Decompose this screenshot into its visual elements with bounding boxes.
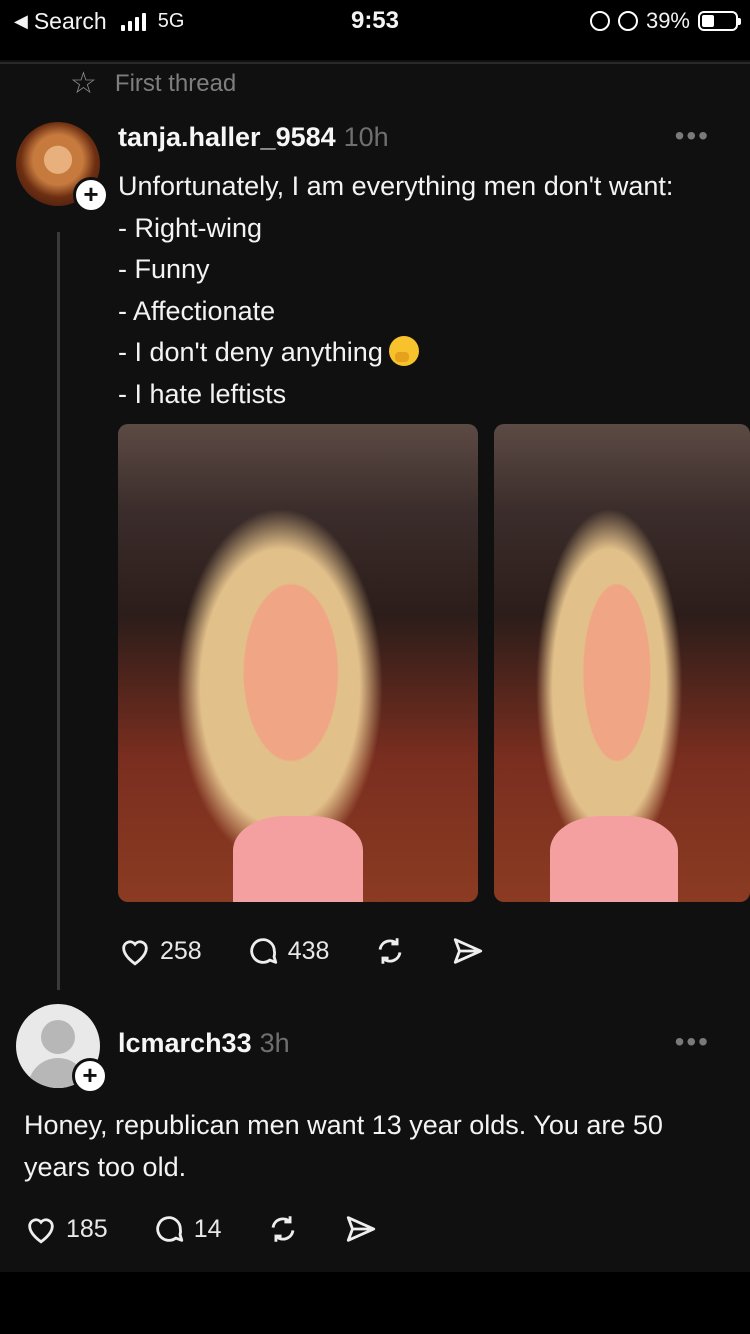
post-line: - Funny bbox=[118, 254, 210, 284]
reply-body: Honey, republican men want 13 year olds.… bbox=[24, 1110, 663, 1182]
post-line: Unfortunately, I am everything men don't… bbox=[118, 171, 674, 201]
comment-button[interactable]: 14 bbox=[152, 1212, 222, 1246]
ellipsis-icon[interactable]: ••• bbox=[675, 1026, 710, 1058]
status-bar: ◀ Search 5G 9:53 39% bbox=[0, 0, 750, 60]
username[interactable]: lcmarch33 bbox=[118, 1028, 252, 1058]
orientation-lock-icon bbox=[589, 11, 610, 31]
like-button[interactable]: 258 bbox=[118, 935, 202, 967]
comment-count: 14 bbox=[193, 1214, 222, 1243]
alarm-icon bbox=[617, 11, 638, 31]
star-icon[interactable]: ☆ bbox=[70, 66, 97, 101]
divider bbox=[0, 62, 750, 64]
thread-connector bbox=[57, 232, 60, 990]
share-button[interactable] bbox=[344, 1212, 378, 1246]
follow-plus-icon[interactable]: + bbox=[72, 1058, 108, 1094]
share-button[interactable] bbox=[451, 934, 485, 968]
like-count: 258 bbox=[160, 936, 202, 965]
thread-header[interactable]: ☆ First thread bbox=[70, 66, 236, 101]
heart-icon bbox=[122, 940, 148, 966]
post-actions: 258 438 bbox=[118, 934, 529, 968]
post-line: - Affectionate bbox=[118, 295, 276, 326]
repost-icon bbox=[379, 938, 402, 964]
comment-button[interactable]: 438 bbox=[246, 934, 330, 968]
post-author[interactable]: tanja.haller_9584 10h bbox=[118, 122, 389, 153]
repost-icon bbox=[271, 1216, 294, 1242]
post-photo[interactable] bbox=[118, 424, 478, 902]
comment-count: 438 bbox=[287, 936, 330, 965]
send-icon bbox=[454, 938, 483, 964]
like-count: 185 bbox=[66, 1214, 108, 1243]
battery-icon bbox=[698, 11, 741, 31]
battery-percent: 39% bbox=[645, 8, 690, 33]
username[interactable]: tanja.haller_9584 bbox=[118, 122, 336, 152]
reply-actions: 185 14 bbox=[24, 1212, 422, 1246]
comment-icon bbox=[155, 1216, 183, 1242]
post-line: - I hate leftists bbox=[118, 378, 287, 409]
repost-button[interactable] bbox=[373, 934, 407, 968]
post-line-with-emoji: - I don't deny anything bbox=[118, 332, 673, 374]
header-title: First thread bbox=[114, 69, 237, 97]
like-button[interactable]: 185 bbox=[24, 1213, 108, 1245]
ellipsis-icon[interactable]: ••• bbox=[675, 120, 710, 152]
repost-button[interactable] bbox=[266, 1212, 300, 1246]
follow-plus-icon[interactable]: + bbox=[73, 177, 109, 213]
bottom-bar bbox=[0, 1272, 750, 1334]
shushing-face-emoji-icon bbox=[388, 336, 419, 366]
thread-screen: ☆ First thread + tanja.haller_9584 10h ••… bbox=[0, 60, 750, 1272]
post-body: Unfortunately, I am everything men don't… bbox=[118, 166, 673, 415]
post-photo[interactable] bbox=[494, 424, 750, 902]
post-line: - Right-wing bbox=[118, 212, 263, 243]
post-line: - I don't deny anything bbox=[118, 337, 383, 367]
reply-author[interactable]: lcmarch33 3h bbox=[118, 1028, 290, 1059]
comment-icon bbox=[249, 938, 277, 964]
status-right: 39% bbox=[589, 8, 741, 34]
heart-icon bbox=[28, 1218, 54, 1244]
send-icon bbox=[346, 1216, 375, 1242]
post-time: 10h bbox=[343, 122, 389, 152]
reply-time: 3h bbox=[259, 1028, 290, 1058]
